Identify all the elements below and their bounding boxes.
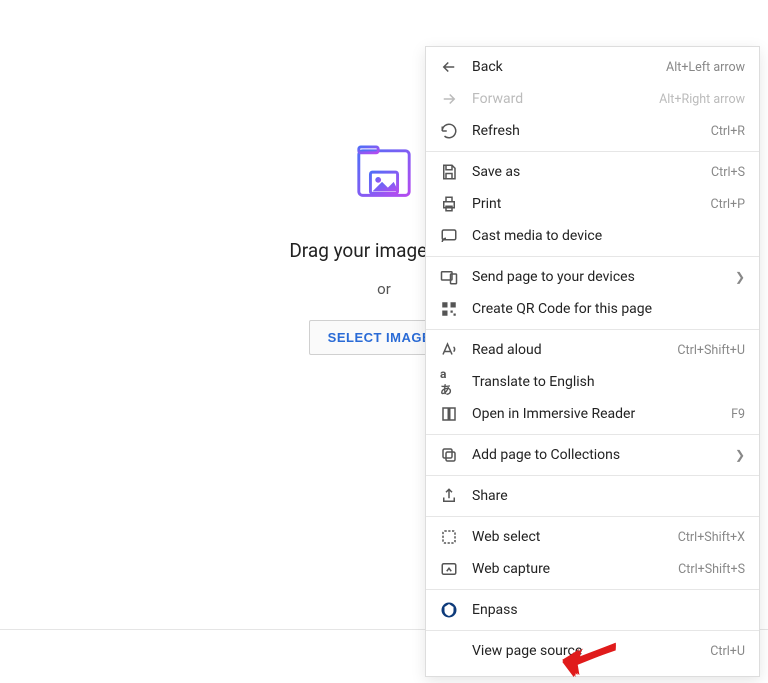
immersive-reader-icon	[440, 405, 458, 423]
print-icon	[440, 195, 458, 213]
menu-separator	[426, 516, 759, 517]
arrow-left-icon	[440, 58, 458, 76]
menu-immersive-reader[interactable]: Open in Immersive Reader F9	[426, 398, 759, 430]
cast-icon	[440, 227, 458, 245]
menu-separator	[426, 589, 759, 590]
menu-separator	[426, 256, 759, 257]
menu-translate[interactable]: aあ Translate to English	[426, 366, 759, 398]
menu-separator	[426, 434, 759, 435]
menu-label: Read aloud	[472, 342, 669, 358]
menu-print[interactable]: Print Ctrl+P	[426, 188, 759, 220]
menu-add-to-collections[interactable]: Add page to Collections ❯	[426, 439, 759, 471]
menu-web-capture[interactable]: Web capture Ctrl+Shift+S	[426, 553, 759, 585]
menu-label: Web select	[472, 529, 670, 545]
context-menu: Back Alt+Left arrow Forward Alt+Right ar…	[425, 46, 760, 677]
menu-back[interactable]: Back Alt+Left arrow	[426, 51, 759, 83]
menu-label: Add page to Collections	[472, 447, 727, 463]
qr-icon	[440, 300, 458, 318]
save-icon	[440, 163, 458, 181]
menu-label: Send page to your devices	[472, 269, 727, 285]
menu-label: Cast media to device	[472, 228, 745, 244]
menu-label: Translate to English	[472, 374, 745, 390]
chevron-right-icon: ❯	[735, 448, 745, 462]
menu-shortcut: Ctrl+Shift+X	[678, 530, 745, 545]
chevron-right-icon: ❯	[735, 270, 745, 284]
menu-share[interactable]: Share	[426, 480, 759, 512]
menu-web-select[interactable]: Web select Ctrl+Shift+X	[426, 521, 759, 553]
translate-icon: aあ	[440, 373, 458, 391]
menu-forward: Forward Alt+Right arrow	[426, 83, 759, 115]
menu-shortcut: Alt+Left arrow	[666, 60, 745, 75]
menu-separator	[426, 329, 759, 330]
menu-separator	[426, 475, 759, 476]
menu-read-aloud[interactable]: Read aloud Ctrl+Shift+U	[426, 334, 759, 366]
menu-label: Enpass	[472, 602, 745, 618]
share-icon	[440, 487, 458, 505]
web-select-icon	[440, 528, 458, 546]
menu-shortcut: Ctrl+U	[710, 644, 745, 659]
upload-icon	[353, 145, 415, 211]
menu-send-to-devices[interactable]: Send page to your devices ❯	[426, 261, 759, 293]
menu-shortcut: Ctrl+R	[711, 124, 745, 139]
menu-shortcut: F9	[731, 407, 745, 422]
menu-label: Share	[472, 488, 745, 504]
menu-shortcut: Ctrl+Shift+U	[677, 343, 745, 358]
menu-refresh[interactable]: Refresh Ctrl+R	[426, 115, 759, 147]
menu-label: Web capture	[472, 561, 670, 577]
menu-save-as[interactable]: Save as Ctrl+S	[426, 156, 759, 188]
menu-cast[interactable]: Cast media to device	[426, 220, 759, 252]
menu-separator	[426, 630, 759, 631]
menu-label: Back	[472, 59, 658, 75]
refresh-icon	[440, 122, 458, 140]
collections-icon	[440, 446, 458, 464]
menu-shortcut: Ctrl+P	[711, 197, 745, 212]
web-capture-icon	[440, 560, 458, 578]
enpass-icon	[440, 601, 458, 619]
or-text: or	[377, 280, 391, 298]
menu-shortcut: Ctrl+Shift+S	[678, 562, 745, 577]
read-aloud-icon	[440, 341, 458, 359]
menu-shortcut: Alt+Right arrow	[659, 92, 745, 107]
menu-label: Forward	[472, 91, 651, 107]
menu-separator	[426, 151, 759, 152]
arrow-right-icon	[440, 90, 458, 108]
menu-label: Create QR Code for this page	[472, 301, 745, 317]
menu-label: Print	[472, 196, 703, 212]
menu-label: Save as	[472, 164, 703, 180]
menu-enpass[interactable]: Enpass	[426, 594, 759, 626]
menu-qr-code[interactable]: Create QR Code for this page	[426, 293, 759, 325]
menu-shortcut: Ctrl+S	[711, 165, 745, 180]
devices-icon	[440, 268, 458, 286]
menu-label: Refresh	[472, 123, 703, 139]
annotation-arrow	[560, 637, 618, 679]
menu-label: Open in Immersive Reader	[472, 406, 723, 422]
